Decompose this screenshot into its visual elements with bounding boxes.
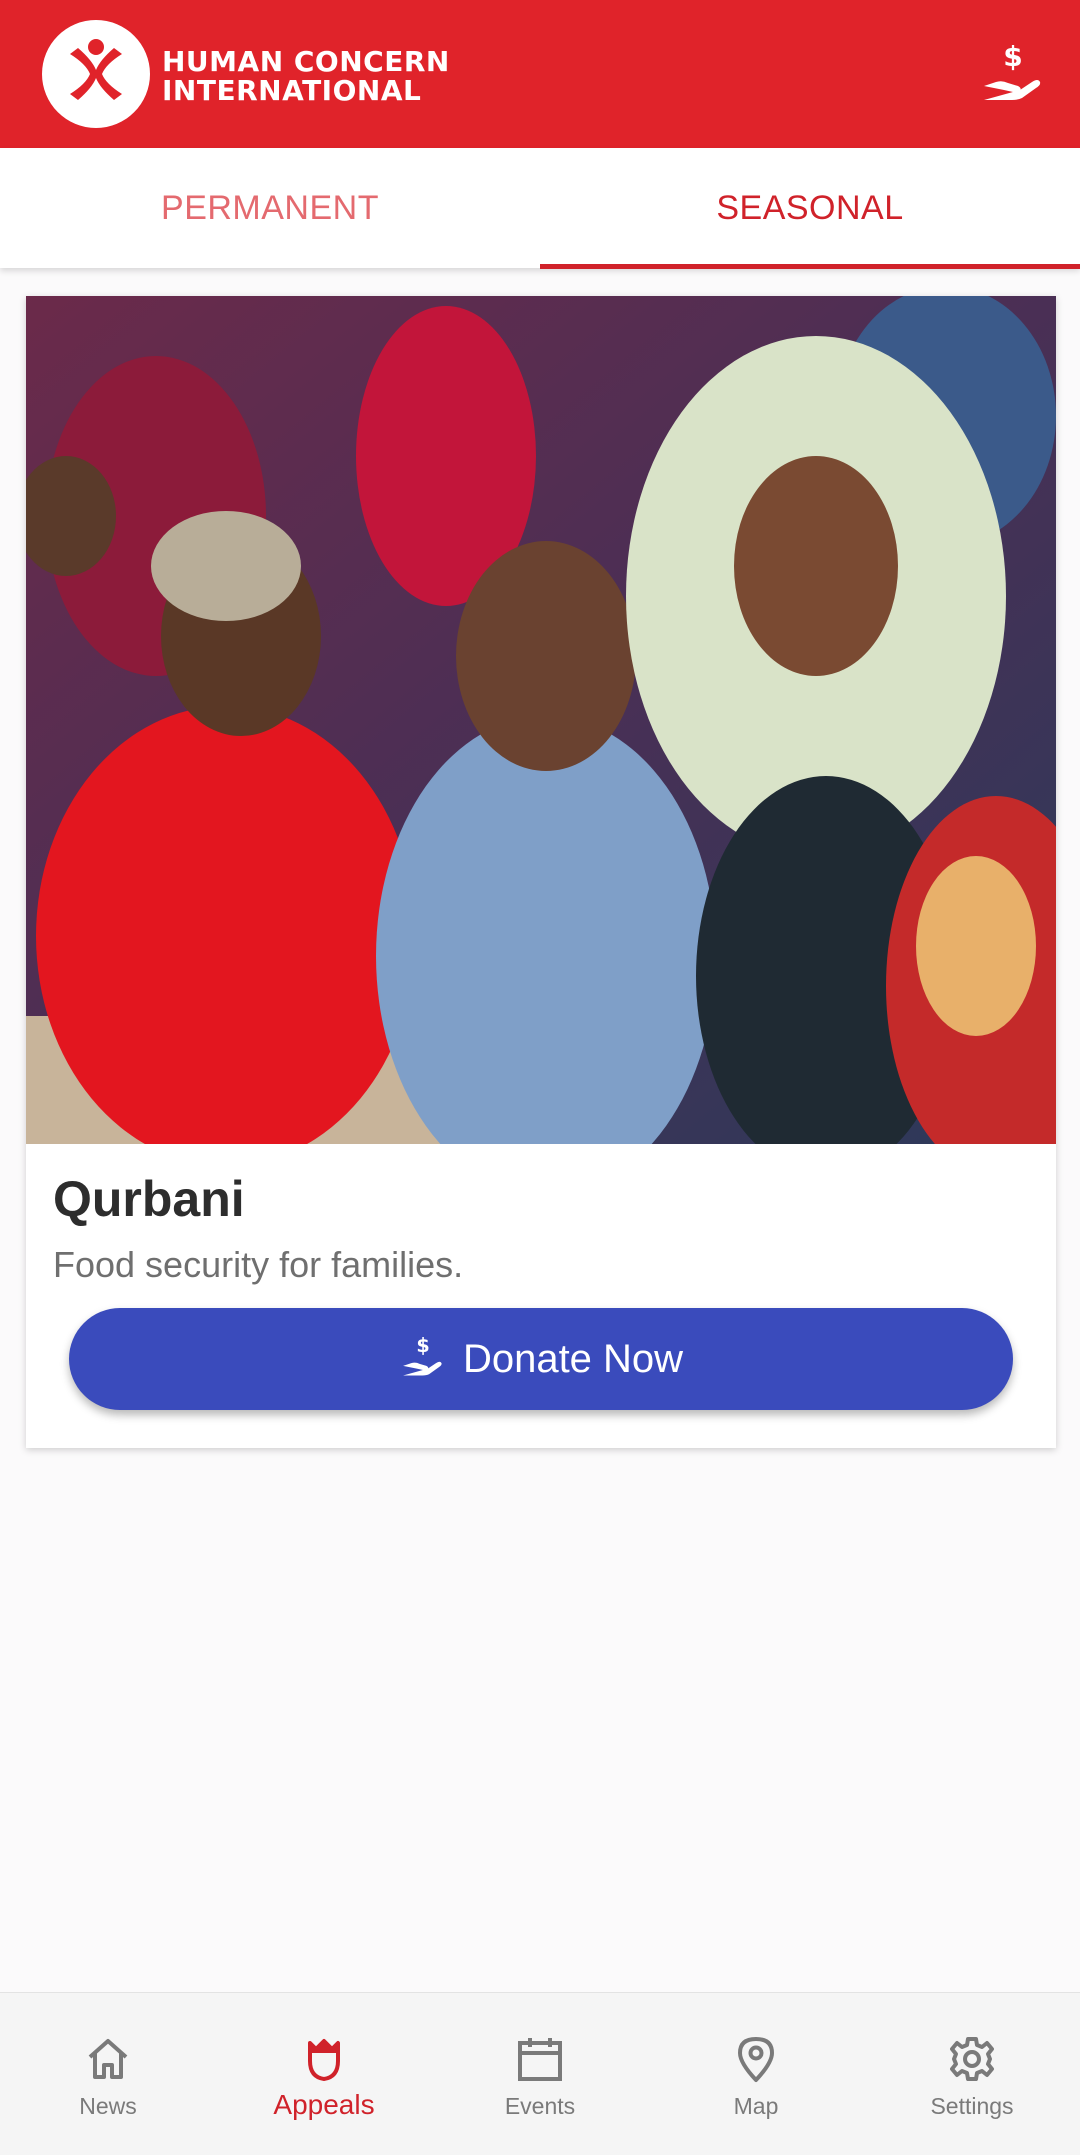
brand-line-1: HUMAN CONCERN: [162, 45, 450, 78]
donate-now-label: Donate Now: [462, 1336, 684, 1381]
nav-news[interactable]: News: [0, 1993, 216, 2155]
appeal-card[interactable]: Qurbani Food security for families. $ Do…: [26, 296, 1056, 1448]
tab-permanent[interactable]: PERMANENT: [0, 148, 540, 268]
hci-logo-icon: [42, 20, 150, 128]
nav-news-label: News: [79, 2093, 137, 2119]
home-icon: [84, 2035, 132, 2083]
hand-dollar-icon: $: [399, 1333, 447, 1386]
appeal-tabs: PERMANENT SEASONAL: [0, 148, 1080, 269]
nav-map[interactable]: Map: [648, 1993, 864, 2155]
appeals-icon: [300, 2035, 348, 2083]
hand-dollar-icon[interactable]: $: [978, 38, 1048, 108]
nav-settings-label: Settings: [930, 2093, 1014, 2119]
bottom-navigation: News Appeals Events Map Settings: [0, 1992, 1080, 2155]
nav-events-label: Events: [504, 2093, 576, 2119]
svg-text:$: $: [416, 1334, 429, 1357]
appeal-subtitle: Food security for families.: [53, 1244, 464, 1285]
gear-icon: [948, 2035, 996, 2083]
nav-appeals-label: Appeals: [273, 2089, 375, 2120]
map-pin-icon: [732, 2035, 780, 2083]
nav-map-label: Map: [733, 2093, 779, 2119]
donate-now-button[interactable]: $ Donate Now: [69, 1308, 1013, 1410]
brand-line-2: INTERNATIONAL: [162, 74, 422, 107]
nav-settings[interactable]: Settings: [864, 1993, 1080, 2155]
brand-name: HUMAN CONCERN INTERNATIONAL: [162, 47, 450, 105]
active-tab-indicator: [540, 264, 1080, 269]
appeal-image: [26, 296, 1056, 1144]
app-header: HUMAN CONCERN INTERNATIONAL $: [0, 0, 1080, 148]
nav-appeals[interactable]: Appeals: [216, 1993, 432, 2155]
appeal-title: Qurbani: [53, 1171, 245, 1227]
nav-events[interactable]: Events: [432, 1993, 648, 2155]
svg-text:$: $: [1003, 40, 1022, 73]
tab-seasonal[interactable]: SEASONAL: [540, 148, 1080, 268]
calendar-icon: [516, 2035, 564, 2083]
